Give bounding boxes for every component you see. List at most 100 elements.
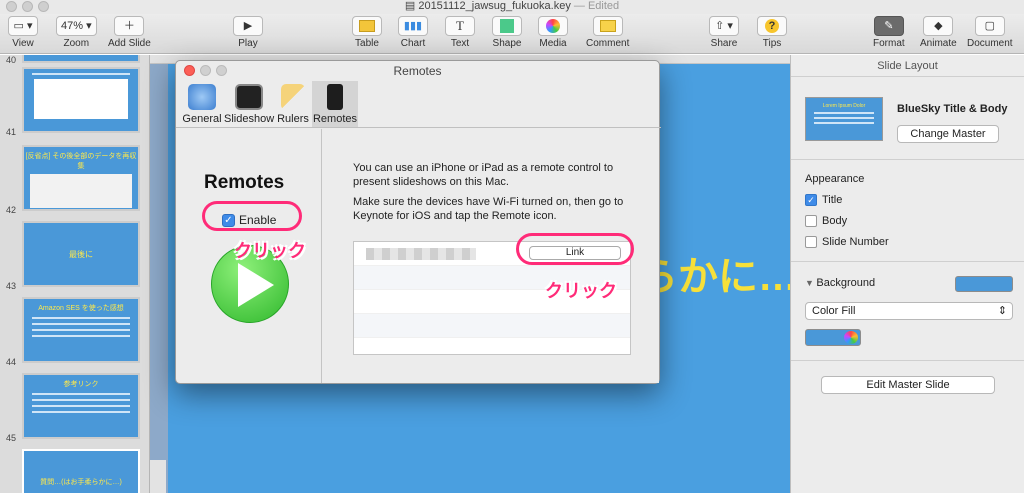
enable-label: Enable: [239, 213, 277, 227]
shape-icon: [492, 16, 522, 36]
slide-number: 40: [6, 55, 17, 65]
title-checkbox[interactable]: ✓ Title: [805, 194, 843, 207]
add-slide-button[interactable]: ＋ Add Slide: [108, 16, 151, 49]
table-icon: [352, 16, 382, 36]
dialog-window-controls: [184, 65, 232, 79]
body-checkbox[interactable]: Body: [805, 215, 848, 228]
comment-button[interactable]: Comment: [586, 16, 629, 49]
ruler-icon: [281, 84, 305, 110]
vertical-ruler: [150, 460, 166, 493]
link-button[interactable]: Link: [529, 246, 621, 260]
enable-checkbox[interactable]: ✓ Enable: [222, 213, 277, 228]
change-master-button[interactable]: Change Master: [897, 125, 999, 143]
edited-label: — Edited: [573, 0, 620, 12]
zoom-label: Zoom: [63, 38, 90, 49]
edit-master-slide-button[interactable]: Edit Master Slide: [821, 376, 995, 394]
share-button[interactable]: ⇧ ▾ Share: [709, 16, 739, 49]
slide-number: 43: [6, 281, 17, 291]
list-item: [354, 314, 630, 338]
tab-rulers-label: Rulers: [277, 113, 309, 125]
chart-button[interactable]: ▮▮▮ Chart: [398, 16, 428, 49]
play-label: Play: [238, 38, 258, 49]
document-panel-icon: ▢: [974, 16, 1005, 36]
animate-button[interactable]: ◆ Animate: [920, 16, 957, 49]
slideshow-icon: [235, 84, 263, 110]
master-thumb-title: Lorem Ipsum Dolor: [822, 103, 866, 109]
background-color-well[interactable]: [955, 276, 1013, 292]
title-label: Title: [822, 194, 843, 206]
chart-icon: ▮▮▮: [398, 16, 428, 36]
device-name-blurred: [366, 248, 476, 260]
play-button[interactable]: ▶ Play: [233, 16, 263, 49]
background-disclosure[interactable]: ▼ Background: [805, 277, 875, 289]
shape-label: Shape: [492, 38, 522, 49]
slide-thumb-title: 参考リンク: [63, 381, 99, 388]
paintbrush-icon: ✎: [873, 16, 904, 36]
view-button[interactable]: ▭ ▾ View: [8, 16, 38, 49]
slide-thumbnail-41[interactable]: [22, 67, 140, 133]
body-label: Body: [822, 215, 848, 227]
dialog-close-button[interactable]: [184, 65, 195, 76]
master-name: BlueSky Title & Body: [897, 103, 1008, 115]
format-inspector: Slide Layout Lorem Ipsum Dolor BlueSky T…: [790, 55, 1024, 493]
click-annotation-link: クリック: [545, 281, 617, 301]
slide-number-checkbox[interactable]: Slide Number: [805, 236, 889, 249]
tab-rulers[interactable]: Rulers: [274, 81, 312, 127]
fill-type-value: Color Fill: [812, 305, 856, 317]
updown-chevron-icon: ⇕: [997, 305, 1007, 317]
fill-type-select[interactable]: Color Fill ⇕: [805, 302, 1013, 320]
preferences-tabs: General Slideshow Rulers Remotes: [176, 81, 661, 128]
slide-title-text[interactable]: らかに…: [638, 244, 798, 302]
document-button[interactable]: ▢ Document: [967, 16, 1013, 49]
dialog-minimize-button[interactable]: [200, 65, 211, 76]
dialog-title: Remotes: [393, 64, 442, 78]
media-button[interactable]: Media: [538, 16, 568, 49]
slide-thumb-title: 質問…(はお手柔らかに…): [40, 479, 122, 486]
tab-remotes[interactable]: Remotes: [312, 81, 358, 127]
slide-thumbnail-40[interactable]: [22, 55, 140, 63]
slide-number: 45: [6, 433, 17, 443]
slide-navigator[interactable]: 40 41 42 [反省点] その後全部のデータを再収集 43 最後に 44 A…: [0, 55, 150, 493]
color-wheel-icon[interactable]: [844, 331, 858, 344]
tab-slideshow-label: Slideshow: [224, 113, 275, 125]
play-icon: ▶: [233, 16, 263, 36]
checkmark-icon: ✓: [805, 194, 817, 207]
slide-number-label: Slide Number: [822, 236, 889, 248]
slide-thumbnail-42[interactable]: [反省点] その後全部のデータを再収集: [22, 145, 140, 211]
click-annotation-enable: クリック: [234, 241, 306, 261]
tips-button[interactable]: ? Tips: [757, 16, 787, 49]
remotes-heading: Remotes: [204, 172, 285, 193]
tab-remotes-label: Remotes: [312, 113, 358, 125]
format-button[interactable]: ✎ Format: [873, 16, 905, 49]
slide-thumb-title: 最後に: [69, 250, 93, 259]
tips-label: Tips: [762, 38, 782, 49]
slide-thumbnail-46[interactable]: 質問…(はお手柔らかに…): [22, 449, 140, 493]
remotes-right-pane: You can use an iPhone or iPad as a remot…: [323, 129, 659, 383]
plus-icon: ＋: [114, 16, 145, 36]
share-icon: ⇧ ▾: [709, 16, 739, 36]
remotes-preferences-dialog: Remotes General Slideshow Rulers Remotes…: [175, 60, 661, 384]
dialog-zoom-button[interactable]: [216, 65, 227, 76]
disclosure-triangle-icon: ▼: [805, 278, 817, 288]
zoom-button[interactable]: 47% ▾ Zoom: [56, 16, 97, 49]
animate-label: Animate: [920, 38, 957, 49]
slide-thumbnail-44[interactable]: Amazon SES を使った感想: [22, 297, 140, 363]
fill-color-well[interactable]: [805, 329, 861, 346]
slide-thumb-title: [反省点] その後全部のデータを再収集: [25, 153, 137, 170]
remote-instructions: Make sure the devices have Wi-Fi turned …: [353, 196, 624, 222]
checkbox-icon: [805, 215, 817, 228]
appearance-heading: Appearance: [805, 173, 865, 185]
tab-general[interactable]: General: [180, 81, 224, 127]
window-titlebar: ▤ 20151112_jawsug_fukuoka.key — Edited: [0, 0, 1024, 14]
slide-thumbnail-45[interactable]: 参考リンク: [22, 373, 140, 439]
table-button[interactable]: Table: [352, 16, 382, 49]
document-icon: ▤: [404, 0, 416, 12]
slide-thumbnail-43[interactable]: 最後に: [22, 221, 140, 287]
gear-icon: [188, 84, 216, 110]
text-button[interactable]: T Text: [445, 16, 475, 49]
tab-slideshow[interactable]: Slideshow: [224, 81, 274, 127]
slide-number: 41: [6, 127, 17, 137]
view-icon: ▭ ▾: [8, 16, 38, 36]
shape-button[interactable]: Shape: [492, 16, 522, 49]
iphone-icon: [327, 84, 343, 110]
